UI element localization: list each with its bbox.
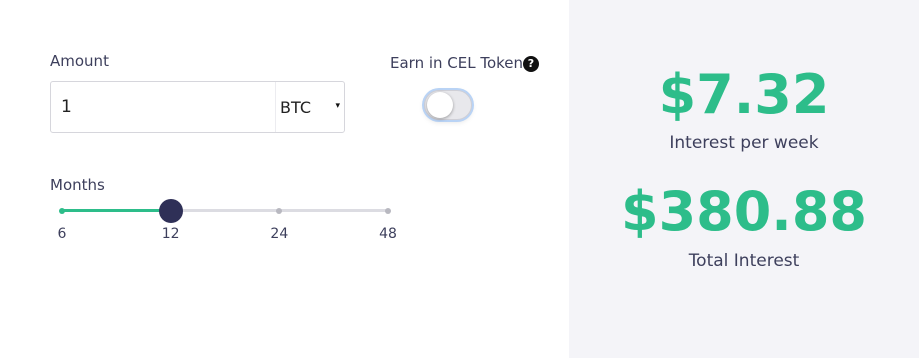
tick-label-6: 6 — [57, 226, 67, 242]
amount-input[interactable] — [51, 82, 275, 132]
toggle-knob — [427, 92, 453, 118]
slider-thumb[interactable] — [158, 199, 183, 223]
months-slider[interactable] — [59, 199, 391, 223]
amount-field-group: BTC ▾ — [50, 81, 345, 133]
help-icon[interactable]: ? — [523, 56, 539, 72]
earn-cel-label: Earn in CEL Token — [390, 54, 524, 72]
amount-label: Amount — [50, 52, 109, 70]
results-panel: $7.32 Interest per week $380.88 Total In… — [569, 0, 919, 358]
currency-selected-value: BTC — [280, 98, 311, 117]
total-interest-caption: Total Interest — [688, 251, 800, 271]
caret-down-icon: ▾ — [335, 101, 340, 111]
currency-select[interactable]: BTC ▾ — [275, 82, 345, 132]
months-label: Months — [50, 176, 105, 194]
earn-cel-toggle[interactable] — [424, 90, 472, 120]
slider-stop-24[interactable] — [276, 208, 283, 214]
weekly-interest-value: $7.32 — [658, 63, 830, 126]
weekly-interest-caption: Interest per week — [669, 133, 819, 153]
slider-stop-48[interactable] — [385, 208, 391, 214]
tick-label-24: 24 — [270, 226, 289, 242]
tick-label-48: 48 — [379, 226, 397, 242]
total-interest-value: $380.88 — [621, 180, 867, 243]
slider-track-fill — [62, 209, 171, 212]
calculator-form: Amount BTC ▾ Earn in CEL Token ? Months … — [0, 0, 569, 358]
slider-stop-6[interactable] — [59, 208, 65, 214]
tick-label-12: 12 — [161, 226, 180, 242]
